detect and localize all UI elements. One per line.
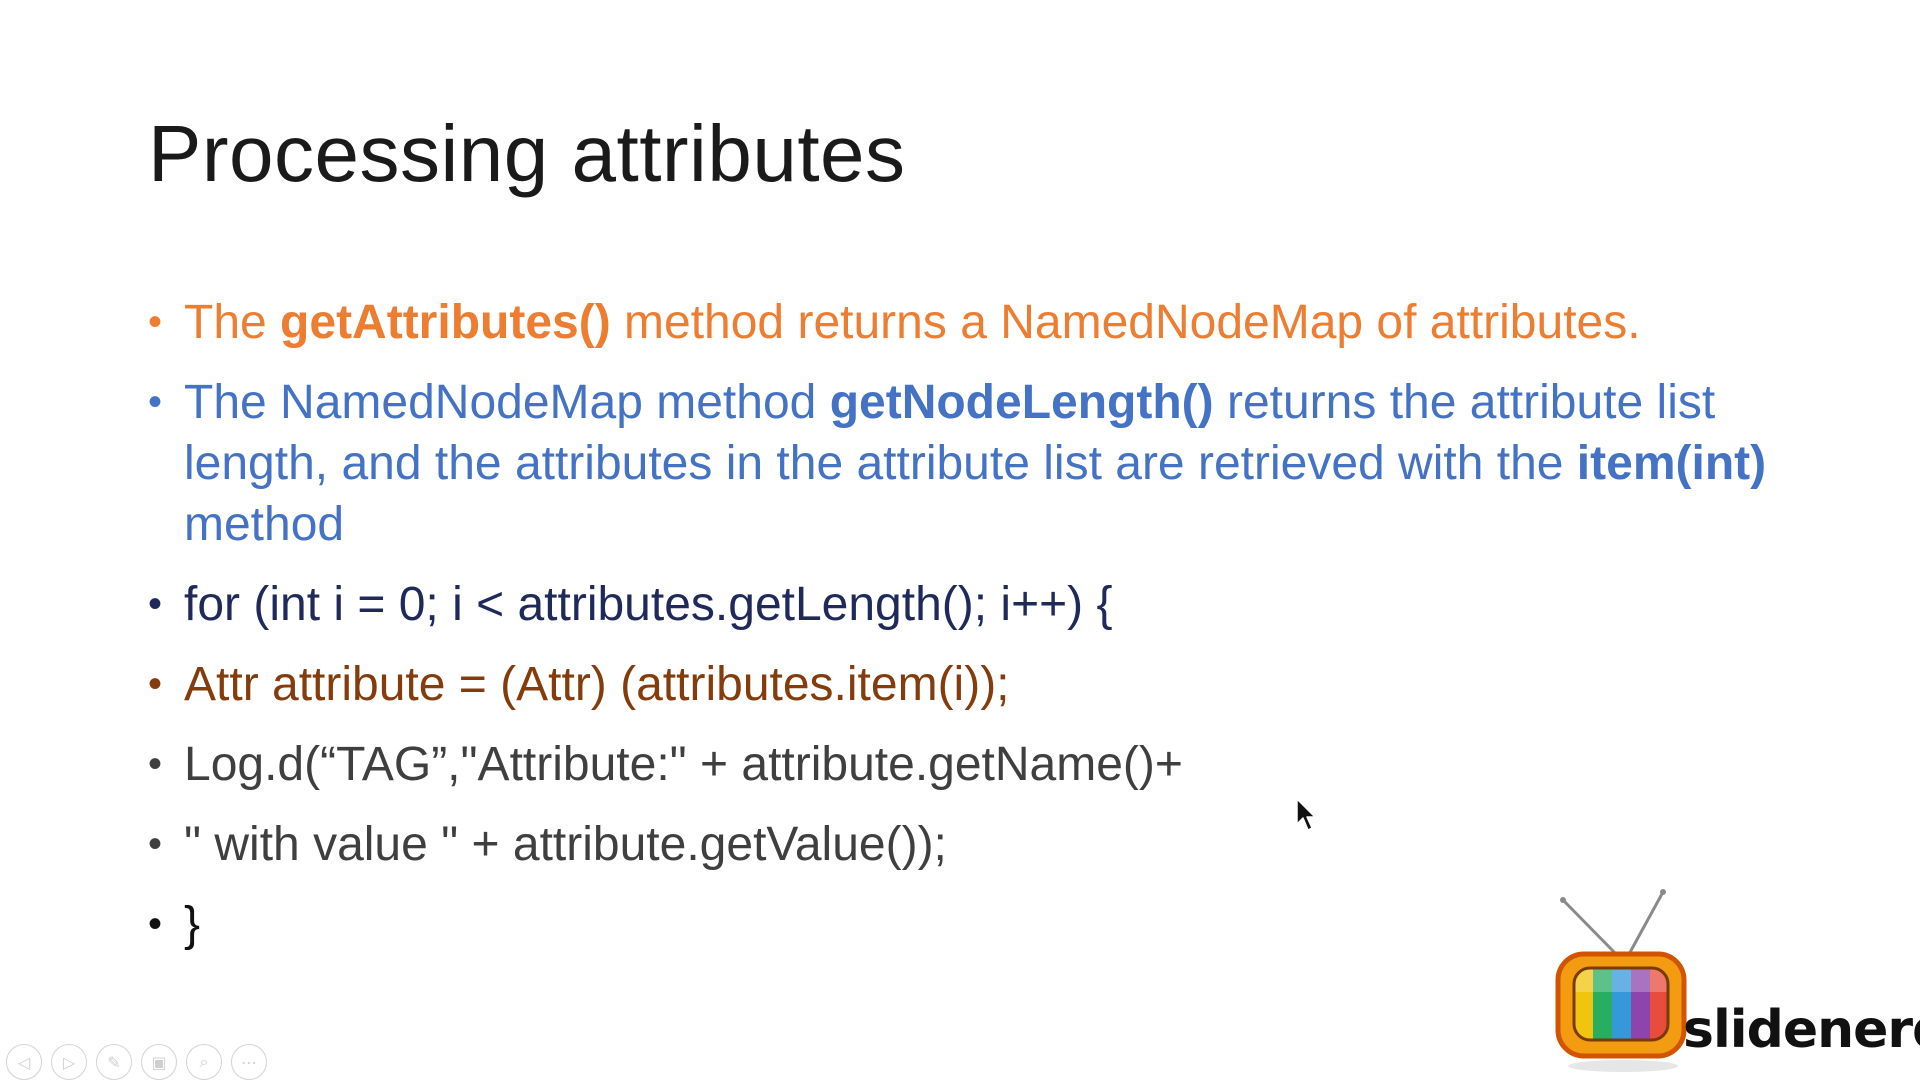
slidenerd-logo: slidenerd: [1548, 886, 1920, 1076]
bullet-code-term: getNodeLength(): [829, 376, 1214, 429]
arrow-right-icon: ▷: [62, 1052, 76, 1072]
bullet-item: • The NamedNodeMap method getNodeLength()…: [148, 372, 1788, 555]
slide-title: Processing attributes: [148, 109, 906, 198]
bullet-text: The: [184, 296, 281, 349]
bullet-text: method: [184, 498, 345, 551]
bullet-item: • " with value " + attribute.getValue());: [148, 814, 1788, 875]
arrow-left-icon: ◁: [17, 1052, 31, 1072]
slide: Processing attributes • The getAttributes…: [0, 0, 1920, 1080]
bullet-dot-icon: •: [148, 742, 163, 786]
tv-logo-icon: [1555, 889, 1687, 1072]
see-all-slides-button[interactable]: ▣: [141, 1044, 177, 1080]
bullet-text: " with value " + attribute.getValue());: [184, 818, 947, 871]
bullet-dot-icon: •: [148, 582, 163, 626]
pen-icon: ✎: [107, 1052, 121, 1072]
logo-wordmark: slidenerd: [1683, 1000, 1920, 1060]
bullet-code-term: item(int): [1576, 437, 1767, 490]
next-slide-button[interactable]: ▷: [51, 1044, 87, 1080]
more-options-button[interactable]: ⋯: [231, 1044, 267, 1080]
bullet-dot-icon: •: [148, 380, 163, 424]
bullet-text: The NamedNodeMap method: [184, 376, 830, 429]
bullet-text: for (int i = 0; i < attributes.getLength…: [184, 578, 1113, 631]
bullet-code-term: getAttributes(): [280, 296, 611, 349]
pen-tool-button[interactable]: ✎: [96, 1044, 132, 1080]
mouse-cursor-icon: [1296, 798, 1318, 837]
zoom-button[interactable]: ⌕: [186, 1044, 222, 1080]
more-icon: ⋯: [241, 1052, 257, 1072]
bullet-item: •}: [148, 894, 1788, 955]
presenter-toolbar: ◁ ▷ ✎ ▣ ⌕ ⋯: [6, 1044, 267, 1080]
bullet-text: Attr attribute = (Attr) (attributes.item…: [184, 658, 1010, 711]
slides-grid-icon: ▣: [151, 1052, 167, 1072]
bullet-item: • for (int i = 0; i < attributes.getLengt…: [148, 574, 1788, 635]
bullet-dot-icon: •: [148, 662, 163, 706]
bullet-dot-icon: •: [148, 902, 163, 946]
bullet-item: • Attr attribute = (Attr) (attributes.ite…: [148, 654, 1788, 715]
bullet-item: • Log.d(“TAG”,"Attribute:" + attribute.ge…: [148, 734, 1788, 795]
bullet-text: method returns a NamedNodeMap of attribu…: [610, 296, 1641, 349]
previous-slide-button[interactable]: ◁: [6, 1044, 42, 1080]
magnifier-icon: ⌕: [199, 1052, 209, 1071]
bullet-text: }: [184, 898, 201, 951]
bullet-text: Log.d(“TAG”,"Attribute:" + attribute.get…: [184, 738, 1183, 791]
bullet-item: • The getAttributes() method returns a Na…: [148, 292, 1788, 353]
bullet-list: • The getAttributes() method returns a Na…: [148, 292, 1788, 974]
bullet-dot-icon: •: [148, 300, 163, 344]
bullet-dot-icon: •: [148, 822, 163, 866]
